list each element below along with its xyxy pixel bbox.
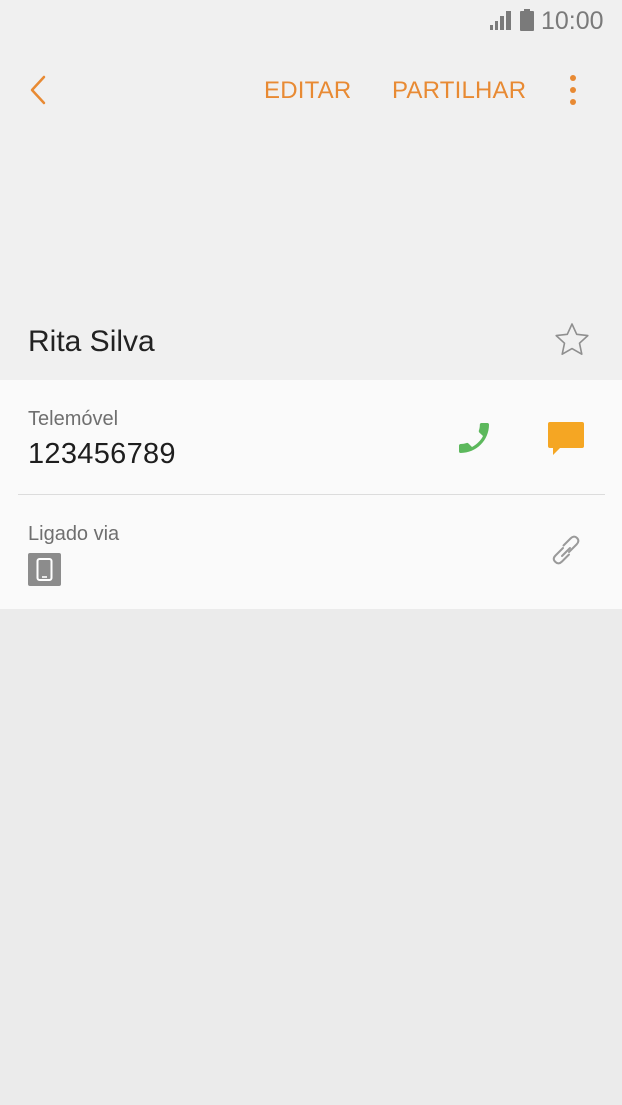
back-button[interactable] bbox=[22, 70, 58, 110]
favorite-button[interactable] bbox=[552, 320, 592, 360]
link-button[interactable] bbox=[546, 532, 586, 572]
edit-button[interactable]: EDITAR bbox=[264, 76, 351, 106]
contact-name: Rita Silva bbox=[28, 325, 155, 358]
phone-number[interactable]: 123456789 bbox=[28, 437, 176, 471]
star-outline-icon bbox=[555, 323, 589, 356]
divider bbox=[18, 494, 605, 495]
phone-icon bbox=[459, 423, 489, 453]
contact-header bbox=[0, 0, 622, 380]
link-icon bbox=[552, 535, 580, 565]
device-icon bbox=[28, 553, 61, 586]
status-bar: 10:00 bbox=[0, 0, 622, 44]
more-vertical-icon bbox=[570, 75, 576, 105]
battery-icon bbox=[520, 9, 534, 31]
linked-via-label: Ligado via bbox=[28, 523, 120, 545]
share-button[interactable]: PARTILHAR bbox=[392, 76, 526, 106]
signal-icon bbox=[490, 11, 511, 30]
phone-label: Telemóvel bbox=[28, 408, 119, 430]
chevron-left-icon bbox=[30, 75, 46, 105]
call-button[interactable] bbox=[454, 418, 494, 458]
status-time: 10:00 bbox=[541, 7, 604, 35]
more-options-button[interactable] bbox=[560, 72, 586, 108]
message-button[interactable] bbox=[546, 419, 586, 459]
message-icon bbox=[548, 422, 584, 455]
